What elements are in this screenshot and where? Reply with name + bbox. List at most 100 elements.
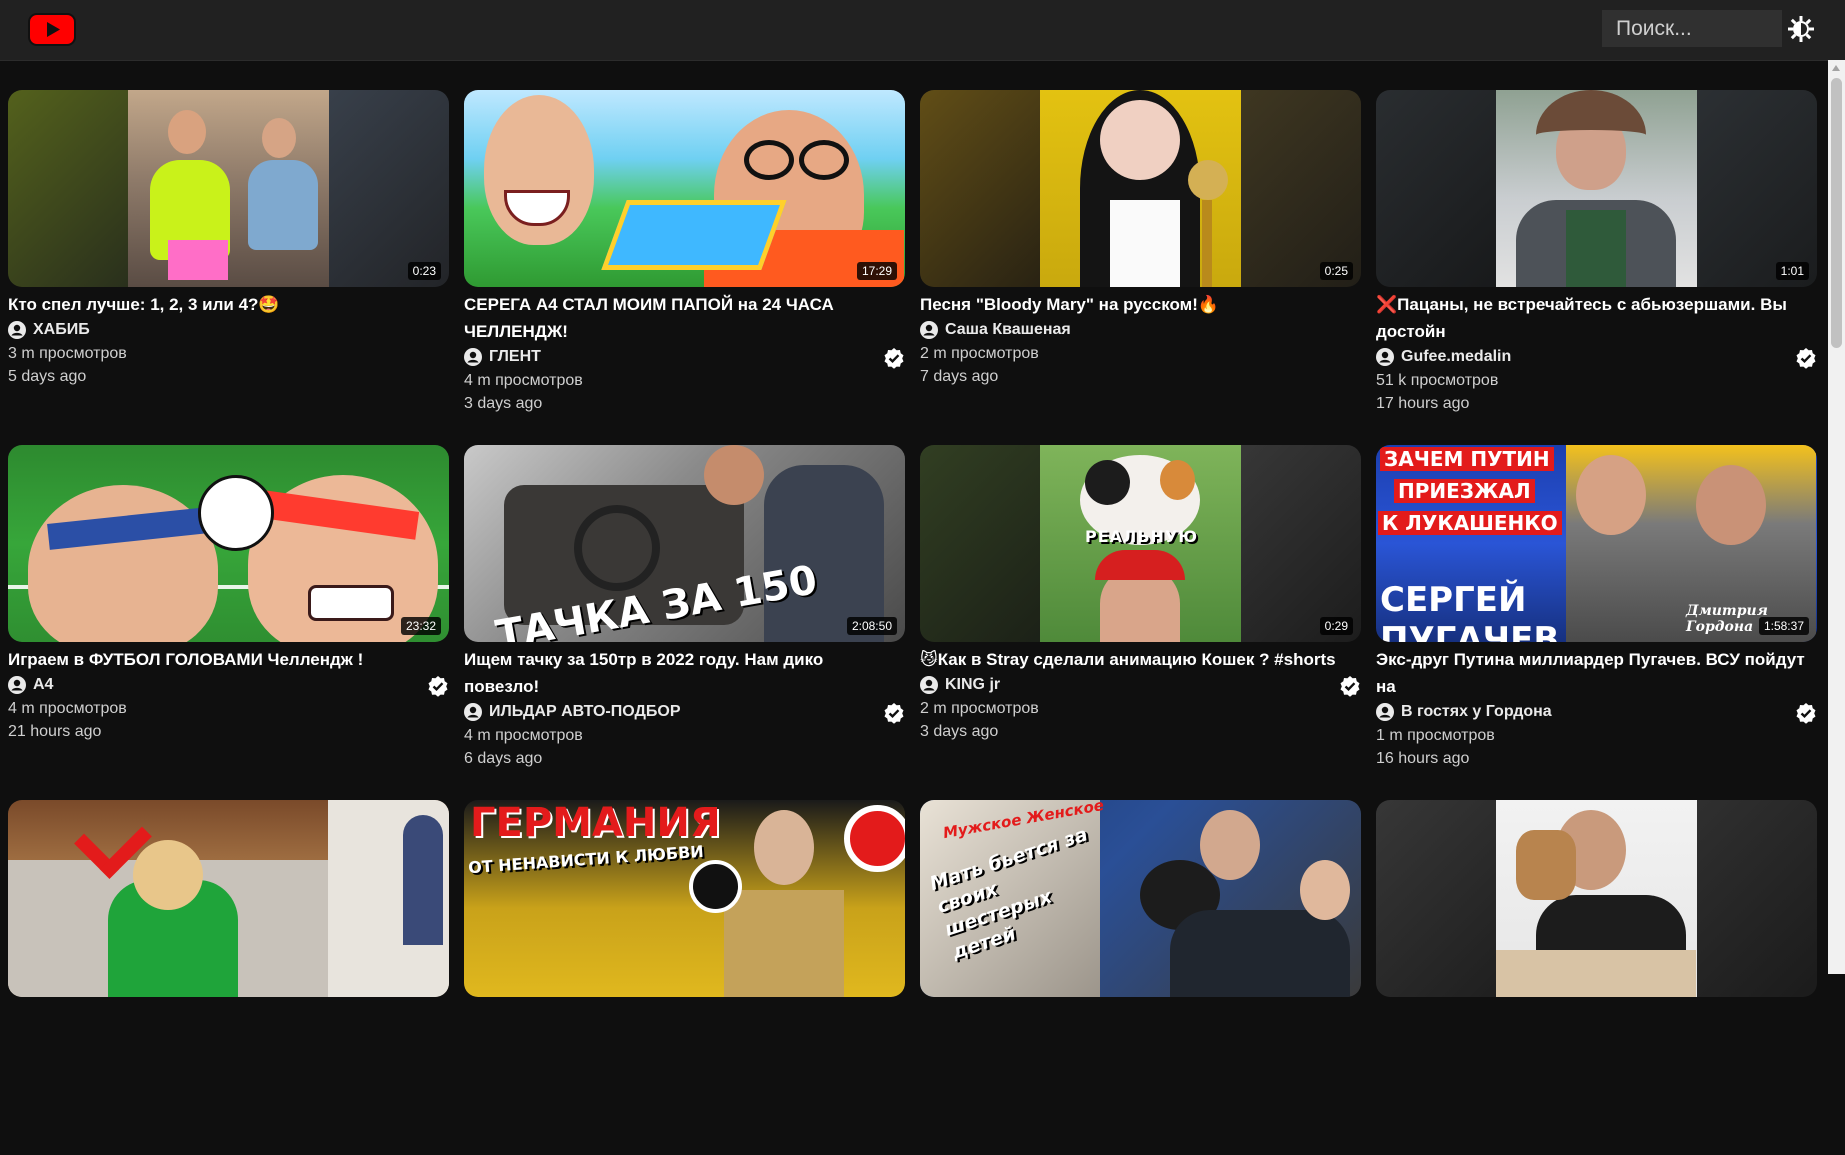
thumbnail-blur-right	[1697, 90, 1817, 287]
video-card[interactable]: 0:23 Кто спел лучше: 1, 2, 3 или 4?🤩 ХАБ…	[8, 90, 449, 445]
channel-row[interactable]: ХАБИБ	[8, 318, 449, 342]
channel-name[interactable]: KING jr	[945, 676, 1000, 694]
channel-row[interactable]: ИЛЬДАР АВТО-ПОДБОР	[464, 700, 905, 724]
theme-toggle-icon[interactable]	[1788, 16, 1814, 42]
video-card[interactable]: ТАЧКА ЗА 150 2:08:50 Ищем тачку за 150тр…	[464, 445, 905, 800]
youtube-logo-icon[interactable]	[28, 13, 76, 46]
view-count: 3 m просмотров	[8, 345, 127, 362]
channel-name[interactable]: ХАБИБ	[33, 321, 90, 339]
video-title[interactable]: Экс-друг Путина миллиардер Пугачев. ВСУ …	[1376, 646, 1817, 700]
verified-badge-icon	[1796, 703, 1816, 724]
scrollbar-thumb[interactable]	[1831, 78, 1842, 348]
channel-row[interactable]: A4	[8, 673, 449, 697]
thumbnail-overlay-text: ОТ НЕНАВИСТИ К ЛЮБВИ	[467, 841, 705, 878]
video-card[interactable]: ГЕРМАНИЯ ОТ НЕНАВИСТИ К ЛЮБВИ	[464, 800, 905, 1155]
thumbnail-image: РЕАЛЬНУЮ	[1040, 445, 1241, 642]
thumbnail-image: Мужское Женское Мать бьется за своих шес…	[920, 800, 1361, 997]
video-card[interactable]	[8, 800, 449, 1155]
channel-row[interactable]: KING jr	[920, 673, 1361, 697]
video-thumbnail[interactable]: 1:01	[1376, 90, 1817, 287]
channel-row[interactable]: ГЛЕНТ	[464, 345, 905, 369]
thumbnail-image	[1496, 800, 1697, 997]
video-card[interactable]	[1376, 800, 1817, 1155]
video-title[interactable]: ❌Пацаны, не встречайтесь с абьюзершами. …	[1376, 291, 1817, 345]
video-card[interactable]: ЗАЧЕМ ПУТИН ПРИЕЗЖАЛ К ЛУКАШЕНКО СЕРГЕЙ …	[1376, 445, 1817, 800]
video-thumbnail[interactable]: 0:23	[8, 90, 449, 287]
video-duration: 23:32	[400, 617, 441, 635]
channel-row[interactable]: В гостях у Гордона	[1376, 700, 1817, 724]
thumbnail-overlay-text: К ЛУКАШЕНКО	[1378, 511, 1562, 535]
video-card[interactable]: Мужское Женское Мать бьется за своих шес…	[920, 800, 1361, 1155]
thumbnail-overlay-text: ПРИЕЗЖАЛ	[1394, 479, 1535, 503]
video-title[interactable]: СЕРЕГА А4 СТАЛ МОИМ ПАПОЙ на 24 ЧАСА ЧЕЛ…	[464, 291, 905, 345]
video-card[interactable]: 23:32 Играем в ФУТБОЛ ГОЛОВАМИ Челлендж …	[8, 445, 449, 800]
thumbnail-overlay-text: СЕРГЕЙ	[1380, 580, 1527, 620]
upload-age: 5 days ago	[8, 368, 87, 385]
upload-age: 3 days ago	[464, 395, 543, 412]
thumbnail-image	[1040, 90, 1241, 287]
thumbnail-blur-left	[8, 90, 128, 287]
video-thumbnail[interactable]: 23:32	[8, 445, 449, 642]
scroll-up-arrow-icon[interactable]	[1832, 65, 1840, 71]
thumbnail-image	[8, 800, 449, 997]
video-duration: 0:29	[1319, 617, 1353, 635]
thumbnail-blur-left	[1376, 800, 1496, 997]
verified-badge-icon	[884, 348, 904, 369]
view-count: 51 k просмотров	[1376, 372, 1499, 389]
channel-name[interactable]: ГЛЕНТ	[489, 348, 541, 366]
thumbnail-blur-right	[1241, 445, 1361, 642]
video-grid: 0:23 Кто спел лучше: 1, 2, 3 или 4?🤩 ХАБ…	[8, 90, 1817, 1155]
thumbnail-blur-right	[1697, 800, 1817, 997]
video-thumbnail[interactable]: ТАЧКА ЗА 150 2:08:50	[464, 445, 905, 642]
video-title[interactable]: Играем в ФУТБОЛ ГОЛОВАМИ Челлендж !	[8, 646, 449, 673]
channel-name[interactable]: A4	[33, 676, 53, 694]
channel-row[interactable]: Саша Квашеная	[920, 318, 1361, 342]
video-thumbnail[interactable]: Мужское Женское Мать бьется за своих шес…	[920, 800, 1361, 997]
video-thumbnail[interactable]	[1376, 800, 1817, 997]
channel-name[interactable]: ИЛЬДАР АВТО-ПОДБОР	[489, 703, 680, 721]
video-title[interactable]: Ищем тачку за 150тр в 2022 году. Нам дик…	[464, 646, 905, 700]
channel-name[interactable]: В гостях у Гордона	[1401, 703, 1552, 721]
video-thumbnail[interactable]	[8, 800, 449, 997]
video-duration: 17:29	[856, 262, 897, 280]
thumbnail-blur-left	[920, 445, 1040, 642]
video-title[interactable]: 😼Как в Stray сделали анимацию Кошек ? #s…	[920, 646, 1361, 673]
avatar-icon	[1376, 348, 1394, 366]
thumbnail-blur-left	[1376, 90, 1496, 287]
avatar-icon	[920, 321, 938, 339]
view-count: 1 m просмотров	[1376, 727, 1495, 744]
video-card[interactable]: 1:01 ❌Пацаны, не встречайтесь с абьюзерш…	[1376, 90, 1817, 445]
view-count: 2 m просмотров	[920, 345, 1039, 362]
thumbnail-image	[128, 90, 329, 287]
channel-name[interactable]: Саша Квашеная	[945, 321, 1071, 339]
thumbnail-overlay-text: РЕАЛЬНУЮ	[1085, 527, 1199, 546]
video-duration: 1:58:37	[1758, 617, 1809, 635]
video-title[interactable]: Кто спел лучше: 1, 2, 3 или 4?🤩	[8, 291, 449, 318]
thumbnail-blur-right	[1241, 90, 1361, 287]
video-thumbnail[interactable]: 0:25	[920, 90, 1361, 287]
avatar-icon	[464, 703, 482, 721]
upload-age: 6 days ago	[464, 750, 543, 767]
channel-row[interactable]: Gufee.medalin	[1376, 345, 1817, 369]
video-thumbnail[interactable]: 17:29	[464, 90, 905, 287]
video-title[interactable]: Песня "Bloody Mary" на русском!🔥	[920, 291, 1361, 318]
thumbnail-overlay-text: ЗАЧЕМ ПУТИН	[1380, 447, 1554, 471]
video-thumbnail[interactable]: ЗАЧЕМ ПУТИН ПРИЕЗЖАЛ К ЛУКАШЕНКО СЕРГЕЙ …	[1376, 445, 1817, 642]
thumbnail-image: ТАЧКА ЗА 150	[464, 445, 905, 642]
verified-badge-icon	[1340, 676, 1360, 697]
channel-name[interactable]: Gufee.medalin	[1401, 348, 1511, 366]
scrollbar[interactable]	[1828, 60, 1845, 974]
avatar-icon	[1376, 703, 1394, 721]
thumbnail-blur-right	[329, 90, 449, 287]
video-card[interactable]: РЕАЛЬНУЮ 0:29 😼Как в Stray сделали анима…	[920, 445, 1361, 800]
verified-badge-icon	[1796, 348, 1816, 369]
search-input[interactable]	[1602, 10, 1782, 47]
video-thumbnail[interactable]: РЕАЛЬНУЮ 0:29	[920, 445, 1361, 642]
video-duration: 0:25	[1319, 262, 1353, 280]
video-thumbnail[interactable]: ГЕРМАНИЯ ОТ НЕНАВИСТИ К ЛЮБВИ	[464, 800, 905, 997]
video-card[interactable]: 0:25 Песня "Bloody Mary" на русском!🔥 Са…	[920, 90, 1361, 445]
upload-age: 16 hours ago	[1376, 750, 1470, 767]
video-card[interactable]: 17:29 СЕРЕГА А4 СТАЛ МОИМ ПАПОЙ на 24 ЧА…	[464, 90, 905, 445]
avatar-icon	[920, 676, 938, 694]
thumbnail-image: ЗАЧЕМ ПУТИН ПРИЕЗЖАЛ К ЛУКАШЕНКО СЕРГЕЙ …	[1376, 445, 1817, 642]
